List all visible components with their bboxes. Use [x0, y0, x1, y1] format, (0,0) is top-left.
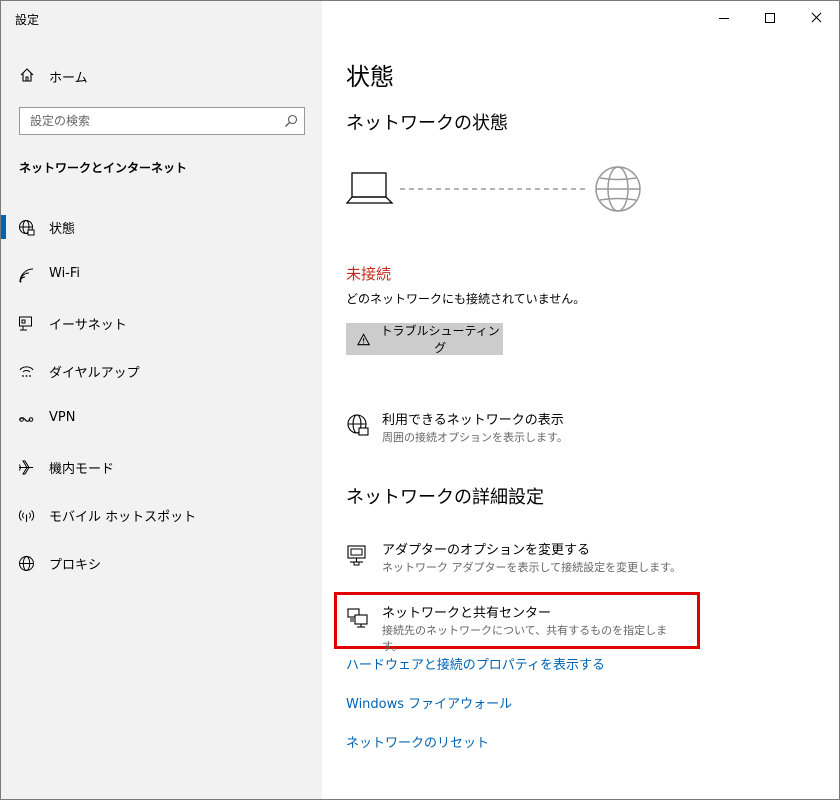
adapter-options-title: アダプターのオプションを変更する	[382, 543, 591, 558]
search-icon[interactable]	[284, 114, 298, 128]
app-title: 設定	[15, 13, 40, 27]
adapter-options-description: ネットワーク アダプターを表示して接続設定を変更します。	[382, 561, 682, 574]
sidebar-item-vpn[interactable]: VPN	[1, 395, 322, 443]
home-nav-item[interactable]: ホーム	[1, 59, 322, 91]
network-adapter-icon	[347, 545, 366, 566]
ethernet-icon	[19, 316, 32, 331]
adapter-options-entry[interactable]: アダプターのオプションを変更する ネットワーク アダプターを表示して接続設定を変…	[346, 539, 686, 583]
network-status-heading: ネットワークの状態	[346, 113, 508, 134]
sidebar-nav: 状態 Wi-Fi イーサネット ダイヤルアップ VPN 機内モード モバイル ホ…	[1, 203, 322, 587]
sidebar-item-label: イーサネット	[49, 318, 127, 333]
sidebar-item-label: Wi-Fi	[49, 266, 81, 281]
show-networks-title: 利用できるネットワークの表示	[382, 413, 564, 428]
main-content: 状態 ネットワークの状態 未接続 どのネットワークにも接続されていません。 トラ…	[322, 1, 839, 799]
advanced-settings-heading: ネットワークの詳細設定	[346, 487, 544, 508]
sidebar-item-airplane[interactable]: 機内モード	[1, 443, 322, 491]
search-input[interactable]	[20, 108, 270, 134]
sidebar-item-ethernet[interactable]: イーサネット	[1, 299, 322, 347]
internet-globe-icon	[595, 166, 641, 212]
maximize-button[interactable]	[747, 1, 793, 35]
sidebar-item-wifi[interactable]: Wi-Fi	[1, 251, 322, 299]
sidebar-item-dialup[interactable]: ダイヤルアップ	[1, 347, 322, 395]
sharing-center-entry[interactable]: ネットワークと共有センター 接続先のネットワークについて、共有するものを指定しま…	[346, 602, 686, 653]
laptop-icon	[346, 172, 394, 204]
sharing-center-description: 接続先のネットワークについて、共有するものを指定します。	[382, 624, 668, 653]
dialup-icon	[19, 366, 34, 377]
sidebar-item-label: 状態	[49, 222, 76, 237]
sidebar-section-title: ネットワークとインターネット	[19, 161, 188, 175]
sidebar-item-label: 機内モード	[49, 462, 115, 477]
network-diagram	[346, 166, 641, 212]
sharing-center-icon	[347, 608, 368, 628]
proxy-globe-icon	[19, 556, 34, 571]
sidebar-item-label: プロキシ	[49, 558, 102, 573]
troubleshoot-button[interactable]: トラブルシューティング	[346, 323, 503, 355]
connection-status-description: どのネットワークにも接続されていません。	[346, 292, 586, 306]
minimize-icon	[719, 18, 729, 19]
sidebar: 設定 ホーム ネットワークとインターネット	[1, 1, 322, 799]
minimize-button[interactable]	[701, 1, 747, 35]
page-title: 状態	[346, 63, 394, 91]
globe-network-icon	[19, 220, 35, 236]
vpn-icon	[19, 417, 34, 422]
search-box[interactable]	[19, 107, 305, 135]
sidebar-item-hotspot[interactable]: モバイル ホットスポット	[1, 491, 322, 539]
sidebar-item-status[interactable]: 状態	[1, 203, 322, 251]
network-reset-link[interactable]: ネットワークのリセット	[346, 732, 489, 751]
sidebar-item-label: モバイル ホットスポット	[49, 510, 197, 525]
sidebar-item-label: ダイヤルアップ	[49, 366, 140, 381]
close-icon	[810, 17, 823, 18]
sharing-center-title: ネットワークと共有センター	[382, 606, 552, 621]
sidebar-item-label: VPN	[49, 410, 76, 425]
warning-icon	[357, 332, 371, 345]
show-networks-description: 周囲の接続オプションを表示します。	[382, 431, 568, 444]
troubleshoot-label: トラブルシューティング	[380, 324, 500, 355]
settings-window: 設定 ホーム ネットワークとインターネット	[0, 0, 840, 800]
maximize-icon	[765, 13, 775, 23]
hardware-properties-link[interactable]: ハードウェアと接続のプロパティを表示する	[346, 654, 605, 673]
airplane-icon	[19, 460, 33, 475]
show-networks-entry[interactable]: 利用できるネットワークの表示 周囲の接続オプションを表示します。	[346, 409, 686, 453]
hotspot-icon	[18, 510, 35, 522]
wifi-icon	[19, 268, 34, 283]
home-icon	[20, 68, 34, 82]
close-button[interactable]	[793, 1, 839, 35]
firewall-link[interactable]: Windows ファイアウォール	[346, 693, 512, 712]
connection-status: 未接続	[346, 265, 392, 283]
home-label: ホーム	[49, 71, 88, 86]
globe-network-icon	[347, 414, 369, 436]
sidebar-item-proxy[interactable]: プロキシ	[1, 539, 322, 587]
window-controls	[701, 1, 839, 35]
